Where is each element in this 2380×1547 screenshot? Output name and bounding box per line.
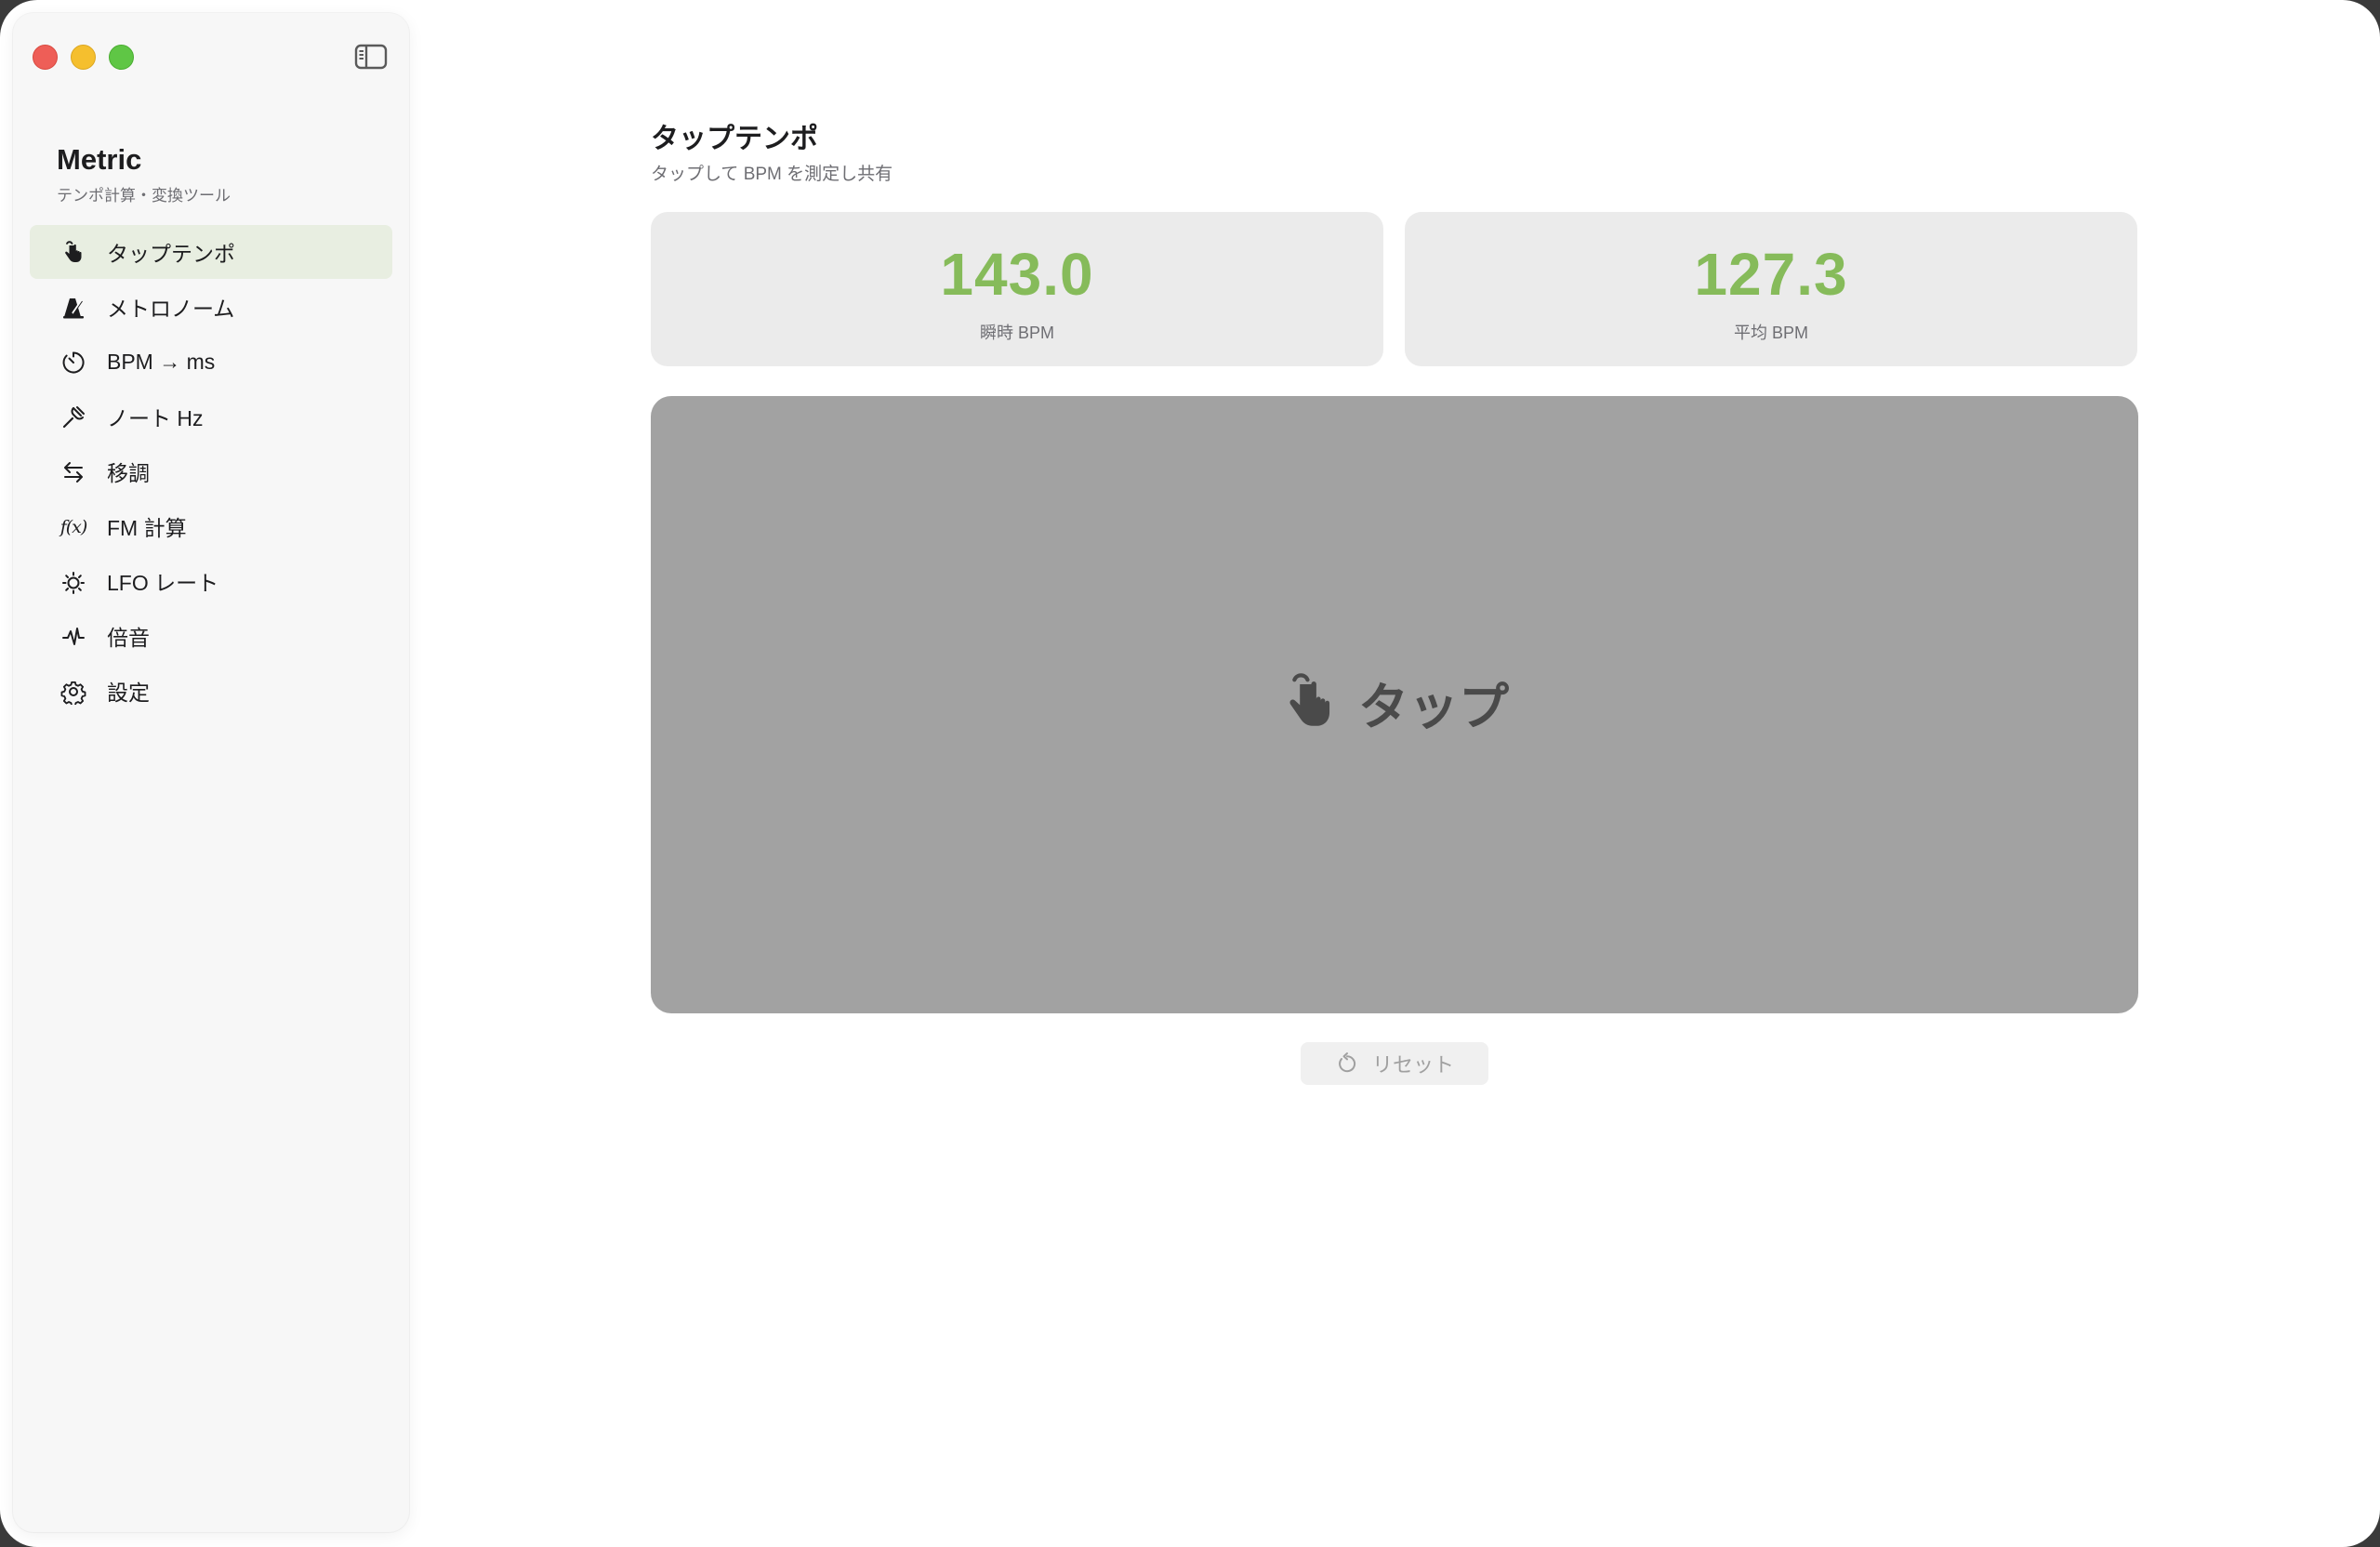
sidebar-item-tap-tempo[interactable]: タップテンポ xyxy=(30,225,392,279)
sidebar-item-harmonics[interactable]: 倍音 xyxy=(30,609,392,663)
function-icon: f(x) xyxy=(60,513,88,541)
sidebar-item-label: 倍音 xyxy=(107,626,150,650)
sidebar-nav: タップテンポ メトロノーム BPM → ms ノート Hz 移調 f(x) FM… xyxy=(30,225,392,719)
sidebar-toggle-button[interactable] xyxy=(354,43,388,71)
app-title: Metric xyxy=(57,143,142,176)
reset-arrow-icon xyxy=(1339,1052,1355,1073)
sidebar-item-note-hz[interactable]: ノート Hz xyxy=(30,390,392,443)
tap-pad-label: タップ xyxy=(1358,680,1509,735)
gear-icon xyxy=(60,678,87,706)
page-title: タップテンポ xyxy=(651,124,818,154)
sidebar-item-label: BPM → ms xyxy=(107,349,216,374)
page-subtitle: タップして BPM を測定し共有 xyxy=(651,165,893,184)
tuning-fork-icon xyxy=(60,403,87,431)
sidebar-item-label: タップテンポ xyxy=(107,242,235,266)
instant-bpm-value: 143.0 xyxy=(940,241,1094,308)
sidebar-item-label: LFO レート xyxy=(107,571,219,595)
sidebar-item-settings[interactable]: 設定 xyxy=(30,664,392,718)
metronome-icon xyxy=(60,294,87,322)
tap-pad-button[interactable]: タップ xyxy=(651,396,2138,1013)
hand-tap-icon xyxy=(1289,672,1330,726)
sidebar-item-label: FM 計算 xyxy=(107,516,187,540)
sidebar: Metric テンポ計算・変換ツール タップテンポ メトロノーム BPM → m… xyxy=(13,13,409,1532)
main-content: タップテンポ タップして BPM を測定し共有 143.0 瞬時 BPM 127… xyxy=(409,0,2380,1547)
window-minimize-button[interactable] xyxy=(71,45,96,70)
tap-pad-content: タップ xyxy=(651,666,2138,739)
sidebar-item-bpm-ms[interactable]: BPM → ms xyxy=(30,335,392,389)
sidebar-item-metronome[interactable]: メトロノーム xyxy=(30,280,392,334)
sidebar-toggle-icon xyxy=(354,44,388,70)
app-subtitle: テンポ計算・変換ツール xyxy=(57,187,231,205)
function-glyph: f(x) xyxy=(60,517,88,537)
sidebar-item-label: 設定 xyxy=(107,681,150,705)
app-window: Metric テンポ計算・変換ツール タップテンポ メトロノーム BPM → m… xyxy=(0,0,2380,1547)
sidebar-item-fm-calc[interactable]: f(x) FM 計算 xyxy=(30,499,392,553)
instant-bpm-card: 143.0 瞬時 BPM xyxy=(651,212,1383,366)
lfo-sun-icon xyxy=(60,568,87,596)
sidebar-item-label: 移調 xyxy=(107,461,150,485)
transpose-arrows-icon xyxy=(60,458,87,486)
timer-icon xyxy=(60,349,87,377)
average-bpm-value: 127.3 xyxy=(1694,241,1848,308)
instant-bpm-label: 瞬時 BPM xyxy=(979,324,1054,342)
average-bpm-card: 127.3 平均 BPM xyxy=(1405,212,2137,366)
sidebar-item-label: メトロノーム xyxy=(107,297,235,321)
sidebar-item-transpose[interactable]: 移調 xyxy=(30,444,392,498)
reset-button[interactable]: リセット xyxy=(1301,1042,1488,1085)
reset-label: リセット xyxy=(1371,1053,1454,1077)
hand-tap-icon xyxy=(60,239,87,267)
window-close-button[interactable] xyxy=(33,45,58,70)
sidebar-item-label: ノート Hz xyxy=(107,406,204,430)
average-bpm-label: 平均 BPM xyxy=(1733,324,1808,342)
waveform-icon xyxy=(60,623,87,651)
window-zoom-button[interactable] xyxy=(109,45,134,70)
sidebar-item-lfo-rate[interactable]: LFO レート xyxy=(30,554,392,608)
